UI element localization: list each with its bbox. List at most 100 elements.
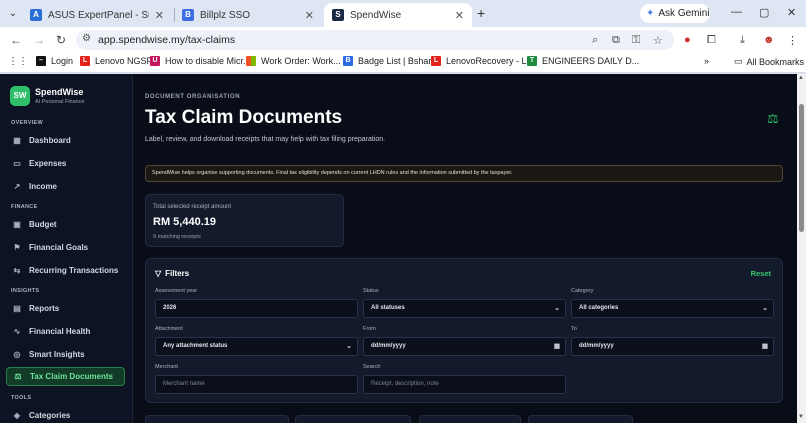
main-content: DOCUMENT ORGANISATION Tax Claim Document… <box>133 74 797 423</box>
calendar-icon[interactable]: ▦ <box>762 338 768 355</box>
bookmark-label: Work Order: Work... <box>261 56 341 66</box>
attachment-value: Any attachment status <box>163 343 228 349</box>
assessment-year-label: Assessment year <box>155 288 198 294</box>
close-icon[interactable]: ✕ <box>305 9 314 22</box>
lenovo-icon: L <box>431 56 441 66</box>
minimize-icon[interactable]: — <box>731 6 742 18</box>
apps-icon[interactable]: ⋮⋮ <box>8 56 28 67</box>
sidebar-item-expenses[interactable]: ▭ Expenses <box>6 154 125 173</box>
lenovo-icon: L <box>80 56 90 66</box>
chevron-down-icon: ⌄ <box>762 305 768 312</box>
scroll-down-icon[interactable]: ▼ <box>798 414 804 420</box>
profile-icon[interactable]: ☻ <box>763 34 775 46</box>
merchant-label: Merchant <box>155 364 178 370</box>
reset-button[interactable]: Reset <box>751 269 771 278</box>
grid-icon: ▦ <box>13 136 21 145</box>
calendar-icon[interactable]: ▦ <box>554 338 560 355</box>
close-icon[interactable]: ✕ <box>155 9 164 22</box>
address-bar: ← → ↻ ⚙ app.spendwise.my/tax-claims ⌕ ⧉ … <box>0 27 806 53</box>
sidebar-item-label: Expenses <box>29 159 67 168</box>
sidebar-item-categories[interactable]: ◈ Categories <box>6 406 125 423</box>
status-select[interactable]: All statuses ⌄ <box>363 299 566 318</box>
page-subtitle: Label, review, and download receipts tha… <box>145 136 386 143</box>
category-value: All categories <box>579 305 619 311</box>
bookmark-engineers-daily[interactable]: T ENGINEERS DAILY D... <box>527 56 639 66</box>
sidebar-item-financial-health[interactable]: ∿ Financial Health <box>6 322 125 341</box>
brand-logo[interactable]: SW <box>10 86 30 106</box>
bookmark-work-order[interactable]: Work Order: Work... <box>246 56 341 66</box>
browser-tab-billplz[interactable]: B Billplz SSO ✕ <box>174 3 322 27</box>
menu-kebab-icon[interactable]: ⋮ <box>787 34 798 47</box>
download-icon[interactable]: ⤓ <box>740 34 745 47</box>
chevron-down-icon: ⌄ <box>554 305 560 312</box>
omnibox[interactable]: ⚙ app.spendwise.my/tax-claims ⌕ ⧉ ⚿ ☆ <box>76 30 674 50</box>
category-select[interactable]: All categories ⌄ <box>571 299 774 318</box>
browser-tab-asus[interactable]: A ASUS ExpertPanel - Support ✕ <box>22 3 172 27</box>
browser-tab-bar: ⌄ A ASUS ExpertPanel - Support ✕ B Billp… <box>0 0 806 27</box>
bookmark-label: LenovoRecovery - L... <box>446 56 535 66</box>
bookmarks-overflow-icon[interactable]: » <box>704 56 709 66</box>
zoom-icon[interactable]: ⌕ <box>592 34 598 47</box>
billplz-icon: B <box>182 9 194 21</box>
receipt-card[interactable] <box>528 415 633 423</box>
back-icon[interactable]: ← <box>10 33 22 47</box>
folder-icon: ▭ <box>734 56 743 66</box>
from-date-input[interactable]: dd/mm/yyyy ▦ <box>363 337 566 356</box>
summary-label: Total selected receipt amount <box>153 204 232 210</box>
bookmark-lenovo-ngsp[interactable]: L Lenovo NGSP <box>80 56 153 66</box>
reload-icon[interactable]: ↻ <box>56 33 66 47</box>
url-text[interactable]: app.spendwise.my/tax-claims <box>98 34 235 46</box>
close-icon[interactable]: ✕ <box>455 9 464 22</box>
attachment-select[interactable]: Any attachment status ⌄ <box>155 337 358 356</box>
sidebar-item-label: Budget <box>29 220 57 229</box>
bookmark-star-icon[interactable]: ☆ <box>653 34 663 47</box>
window-close-icon[interactable]: ✕ <box>787 6 796 19</box>
install-app-icon[interactable]: ⧉ <box>612 34 620 47</box>
from-date-value: dd/mm/yyyy <box>371 343 406 349</box>
receipt-card[interactable] <box>419 415 521 423</box>
status-label: Status <box>363 288 379 294</box>
bookmark-badge-list[interactable]: B Badge List | Bsharp <box>343 56 436 66</box>
sidebar-item-recurring-transactions[interactable]: ⇆ Recurring Transactions <box>6 261 125 280</box>
bookmark-label: Login <box>51 56 74 66</box>
sidebar-item-budget[interactable]: ▣ Budget <box>6 215 125 234</box>
page-scrollbar[interactable]: ▲ ▼ <box>797 74 806 423</box>
site-info-icon[interactable]: ⚙ <box>82 33 91 44</box>
sidebar-item-tax-claim-documents[interactable]: ⚖ Tax Claim Documents <box>6 367 125 386</box>
forward-icon[interactable]: → <box>33 33 45 47</box>
maximize-icon[interactable]: ▢ <box>759 6 769 19</box>
sidebar-item-label: Income <box>29 182 58 191</box>
ask-gemini-button[interactable]: ✦ Ask Gemini <box>640 4 710 23</box>
spendwise-icon: S <box>332 9 344 21</box>
scrollbar-thumb[interactable] <box>799 104 804 232</box>
search-label: Search <box>363 364 381 370</box>
extensions-icon[interactable]: ⧠ <box>707 34 716 47</box>
tab-search-icon[interactable]: ⌄ <box>6 7 20 21</box>
to-date-input[interactable]: dd/mm/yyyy ▦ <box>571 337 774 356</box>
bookmark-disable-micr[interactable]: U How to disable Micr... <box>150 56 251 66</box>
extension-opera-icon[interactable]: ● <box>684 34 691 46</box>
sidebar-item-smart-insights[interactable]: ◎ Smart Insights <box>6 345 125 364</box>
bookmark-login[interactable]: – Login <box>36 56 73 66</box>
search-input[interactable]: Receipt, description, note <box>363 375 566 394</box>
sidebar-item-reports[interactable]: ▤ Reports <box>6 299 125 318</box>
new-tab-button[interactable]: + <box>477 6 491 20</box>
sidebar-item-dashboard[interactable]: ▦ Dashboard <box>6 131 125 150</box>
page-title: Tax Claim Documents <box>145 107 343 128</box>
scroll-up-icon[interactable]: ▲ <box>798 75 804 81</box>
filters-title-label: Filters <box>165 269 190 278</box>
bookmark-lenovo-recovery[interactable]: L LenovoRecovery - L... <box>431 56 534 66</box>
attachment-label: Attachment <box>155 326 183 332</box>
password-key-icon[interactable]: ⚿ <box>632 34 640 47</box>
all-bookmarks-button[interactable]: ▭ All Bookmarks <box>734 56 804 67</box>
merchant-input[interactable]: Merchant name <box>155 375 358 394</box>
assessment-year-input[interactable]: 2026 <box>155 299 358 318</box>
receipt-card[interactable] <box>145 415 289 423</box>
sidebar-item-label: Tax Claim Documents <box>30 372 113 381</box>
browser-tab-spendwise[interactable]: S SpendWise ✕ <box>324 3 472 27</box>
tab-label: ASUS ExpertPanel - Support <box>48 9 149 21</box>
tax-disclaimer-notice: SpendWise helps organise supporting docu… <box>145 165 783 182</box>
sidebar-item-financial-goals[interactable]: ⚑ Financial Goals <box>6 238 125 257</box>
receipt-card[interactable] <box>295 415 411 423</box>
sidebar-item-income[interactable]: ↗ Income <box>6 177 125 196</box>
